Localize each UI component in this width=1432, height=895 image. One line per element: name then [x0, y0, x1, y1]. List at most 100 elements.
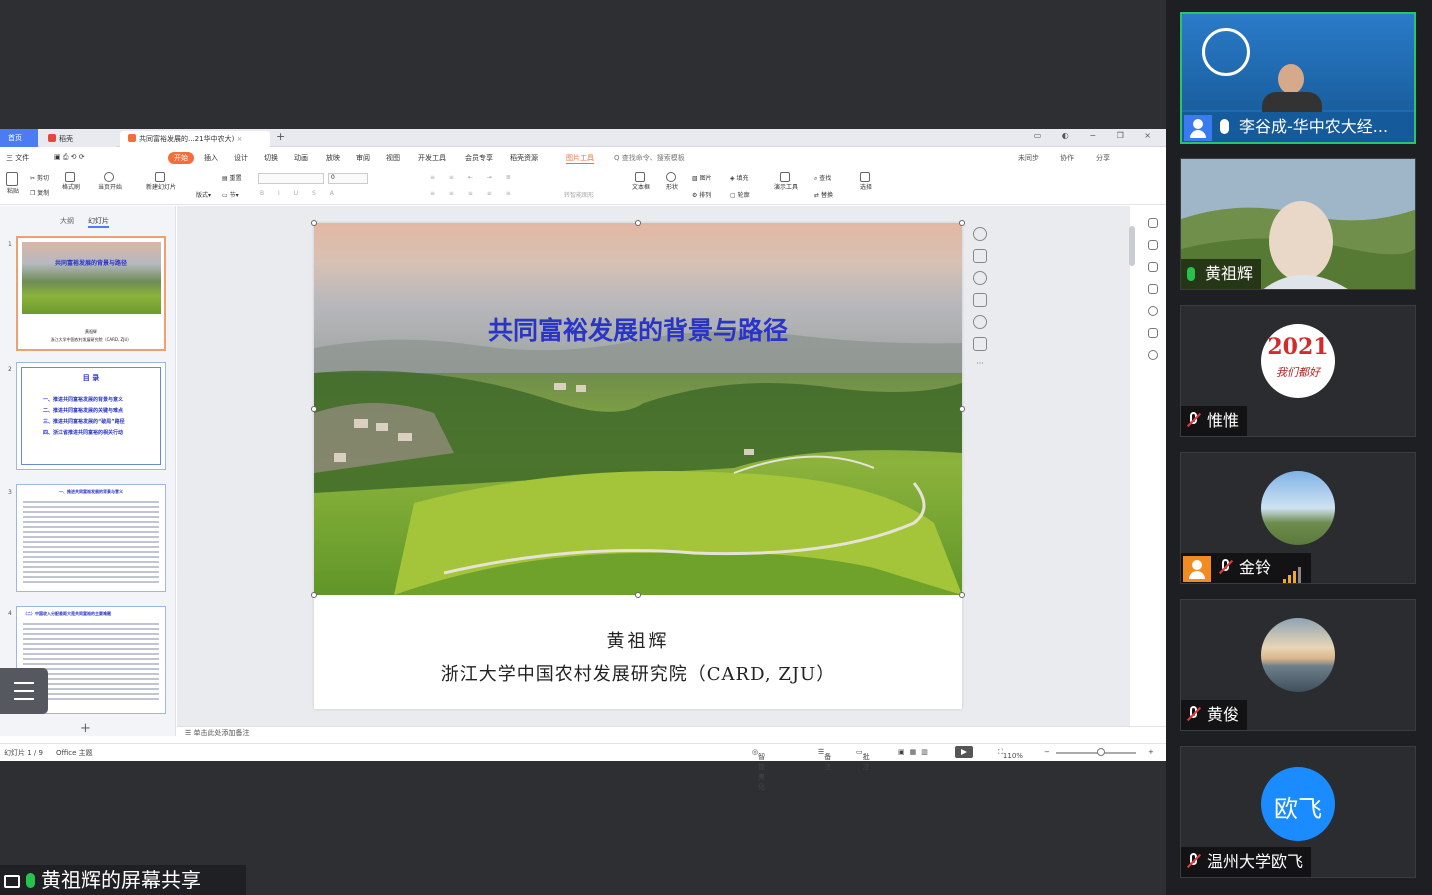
slideshow-play-icon[interactable]	[955, 746, 973, 758]
paste-button[interactable]: 粘贴	[4, 172, 22, 195]
more-icon[interactable]: ···	[973, 359, 987, 373]
view-mode-buttons[interactable]: ▣▦▥	[898, 748, 933, 756]
resize-handle[interactable]	[311, 592, 317, 598]
resize-handle[interactable]	[311, 406, 317, 412]
font-name-select[interactable]	[258, 173, 324, 184]
menu-animation[interactable]: 动画	[294, 153, 308, 163]
smartart-button[interactable]: 转智能图形	[564, 190, 594, 199]
slide-thumbnail-1[interactable]: 共同富裕发展的背景与路径 黄祖辉 浙江大学中国农村发展研究院（CARD, ZJU…	[16, 236, 166, 351]
menu-view[interactable]: 视图	[386, 153, 400, 163]
menu-start[interactable]: 开始	[168, 152, 194, 164]
notes-area[interactable]: ☰ 单击此处添加备注	[177, 726, 1166, 738]
menu-transition[interactable]: 切换	[264, 153, 278, 163]
font-size-select[interactable]: 0	[328, 173, 368, 184]
slide-institution[interactable]: 浙江大学中国农村发展研究院（CARD, ZJU）	[314, 660, 962, 686]
outline-button[interactable]: ▢ 轮廓	[730, 190, 750, 199]
tab-home[interactable]: 首页	[0, 129, 38, 147]
participant-tile-4[interactable]: 金铃	[1180, 452, 1416, 584]
replace-button[interactable]: ⇄ 替换	[814, 190, 833, 199]
slide-thumbnail-3[interactable]: 一、推进共同富裕发展的背景与意义	[16, 484, 166, 592]
smart-beautify-button[interactable]: ◎ 智能美化	[752, 748, 765, 791]
meeting-list-button[interactable]	[0, 668, 48, 714]
layers-icon[interactable]	[973, 249, 987, 263]
shapes-button[interactable]: 形状	[666, 172, 678, 191]
find-button[interactable]: ⌕ 查找	[814, 173, 831, 183]
sync-status[interactable]: 未同步	[1018, 153, 1039, 163]
comments-toggle[interactable]: ▭ 批注	[856, 748, 870, 771]
section-button[interactable]: ▭ 节▾	[222, 190, 239, 199]
collapse-icon[interactable]	[973, 227, 987, 241]
notes-toggle[interactable]: ☰ 备注	[818, 748, 831, 771]
copy-button[interactable]: ❐ 复制	[30, 188, 49, 197]
select-button[interactable]: 选择	[860, 172, 872, 191]
slide-author[interactable]: 黄祖辉	[314, 627, 962, 653]
play-current-button[interactable]: 当页开始	[98, 172, 122, 191]
resize-handle[interactable]	[311, 220, 317, 226]
new-slide-button[interactable]: 新建幻灯片	[146, 172, 176, 191]
resize-handle[interactable]	[635, 592, 641, 598]
adjust-icon[interactable]	[1148, 240, 1158, 250]
tab-document[interactable]: 共同富裕发展的...21华中农大) ×	[120, 131, 270, 147]
slide-thumbnail-2[interactable]: 目 录 一、推进共同富裕发展的背景与意义 二、推进共同富裕发展的关键与难点 三、…	[16, 362, 166, 470]
landscape-photo[interactable]: 共同富裕发展的背景与路径	[314, 223, 962, 595]
scrollbar-thumb[interactable]	[1129, 226, 1135, 266]
picture-button[interactable]: ▧ 图片	[692, 173, 712, 182]
menu-quick-icons[interactable]: ▣ ⎙ ⟲ ⟳	[54, 153, 85, 162]
slide-title[interactable]: 共同富裕发展的背景与路径	[314, 311, 962, 347]
zoom-slider-knob[interactable]	[1097, 748, 1105, 756]
zoom-out-icon[interactable]: −	[1044, 748, 1050, 756]
zoom-level[interactable]: ⛶ 110%	[998, 748, 1023, 760]
menu-file[interactable]: 三 文件	[6, 153, 29, 163]
zoom-slider[interactable]	[1056, 752, 1136, 754]
cut-button[interactable]: ✂ 剪切	[30, 173, 49, 182]
animation-icon[interactable]	[1148, 262, 1158, 272]
fill-button[interactable]: ◈ 填充	[730, 173, 749, 182]
menu-review[interactable]: 审阅	[356, 153, 370, 163]
menu-insert[interactable]: 插入	[204, 153, 218, 163]
add-slide-icon[interactable]: +	[80, 721, 91, 736]
crop-icon[interactable]	[973, 293, 987, 307]
menu-dev-tools[interactable]: 开发工具	[418, 153, 446, 163]
zoom-icon[interactable]	[973, 271, 987, 285]
menu-daoke-resources[interactable]: 稻壳资源	[510, 153, 538, 163]
vertical-scrollbar[interactable]	[1129, 210, 1136, 710]
template-icon[interactable]	[1148, 284, 1158, 294]
close-tab-icon[interactable]: ×	[237, 135, 243, 143]
participant-video-1[interactable]: 李谷成-华中农大经...	[1180, 12, 1416, 144]
collaborate-button[interactable]: 协作	[1060, 153, 1074, 163]
help-icon[interactable]	[1148, 306, 1158, 316]
align-buttons[interactable]: ≡ ≡ ≡ ≡ ≡	[430, 190, 517, 197]
font-style-buttons[interactable]: B I U S A	[260, 190, 340, 197]
participant-video-2[interactable]: 黄祖辉	[1180, 158, 1416, 290]
backup-icon[interactable]	[1148, 328, 1158, 338]
menu-member[interactable]: 会员专享	[465, 153, 493, 163]
command-search[interactable]: Q 查找命令、搜索模板	[614, 153, 685, 163]
resize-handle[interactable]	[959, 406, 965, 412]
menu-picture-tools[interactable]: 图片工具	[566, 153, 594, 164]
share-button[interactable]: 分享	[1096, 153, 1110, 163]
zoom-in-icon[interactable]: +	[1148, 748, 1154, 756]
settings-icon[interactable]	[1148, 350, 1158, 360]
copy-style-icon[interactable]	[973, 337, 987, 351]
menu-design[interactable]: 设计	[234, 153, 248, 163]
menu-slideshow[interactable]: 放映	[326, 153, 340, 163]
resize-handle[interactable]	[959, 592, 965, 598]
textbox-button[interactable]: 文本框	[632, 172, 650, 191]
presenter-tools-button[interactable]: 演示工具	[774, 172, 798, 191]
paragraph-buttons[interactable]: ≡ ≡ ⇤ ⇥ ≣	[430, 174, 517, 181]
window-controls[interactable]: ▭ ◐ − ❐ ×	[1034, 131, 1160, 140]
tab-outline[interactable]: 大纲	[60, 216, 74, 226]
participant-tile-6[interactable]: 欧飞 温州大学欧飞	[1180, 746, 1416, 878]
property-icon[interactable]	[1148, 218, 1158, 228]
theme-name[interactable]: Office 主题	[56, 748, 93, 758]
layout-button[interactable]: 版式▾	[196, 190, 211, 199]
participant-tile-5[interactable]: 黄俊	[1180, 599, 1416, 731]
arrange-button[interactable]: ⚙ 排列	[692, 190, 711, 199]
location-icon[interactable]	[973, 315, 987, 329]
reset-button[interactable]: ▤ 重置	[222, 173, 242, 182]
tab-slides[interactable]: 幻灯片	[88, 216, 109, 228]
resize-handle[interactable]	[959, 220, 965, 226]
current-slide[interactable]: 共同富裕发展的背景与路径 黄祖辉 浙江大学中国农村发展研究院（CARD, ZJU…	[311, 220, 965, 709]
resize-handle[interactable]	[635, 220, 641, 226]
new-tab-icon[interactable]: +	[276, 130, 285, 143]
